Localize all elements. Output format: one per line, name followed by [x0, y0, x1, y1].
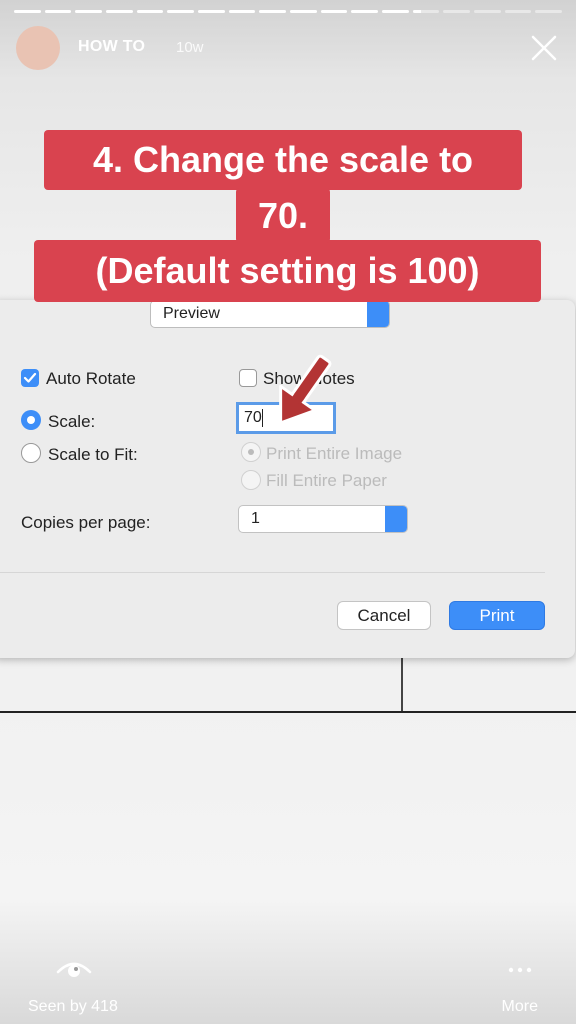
progress-segment [535, 10, 563, 13]
progress-segment-fill [228, 10, 256, 13]
caption-line-3: (Default setting is 100) [34, 240, 541, 302]
avatar[interactable] [16, 26, 60, 70]
progress-segment-fill [351, 10, 379, 13]
progress-segment-fill [412, 10, 421, 13]
auto-rotate-checkbox[interactable] [21, 369, 39, 387]
progress-segment-fill [75, 10, 103, 13]
seen-by-count[interactable]: Seen by 418 [28, 998, 118, 1016]
eye-icon[interactable] [56, 956, 92, 984]
time-ago: 10w [176, 39, 204, 56]
progress-segment [474, 10, 501, 13]
caption-line-2: 70. [236, 188, 330, 243]
red-arrow-icon [279, 354, 332, 425]
scale-label: Scale: [48, 412, 96, 431]
checkmark-icon [23, 372, 37, 383]
print-entire-image-label: Print Entire Image [266, 444, 403, 463]
fill-entire-paper-radio[interactable] [241, 470, 261, 490]
progress-segment-fill [14, 10, 41, 13]
page-divider [401, 655, 403, 712]
copies-per-page-value: 1 [251, 510, 260, 527]
more-dots-icon[interactable] [508, 967, 532, 973]
progress-segment [443, 10, 471, 13]
show-notes-checkbox[interactable] [239, 369, 257, 387]
progress-segment [136, 10, 164, 13]
copies-per-page-label: Copies per page: [21, 513, 151, 532]
scale-input-value: 70 [244, 409, 262, 426]
preview-popup[interactable]: Preview [150, 300, 390, 328]
progress-segment [198, 10, 225, 13]
progress-segment [228, 10, 256, 13]
progress-segment [382, 10, 409, 13]
progress-segment-fill [290, 10, 317, 13]
more-label[interactable]: More [502, 998, 538, 1016]
progress-segment [412, 10, 440, 13]
popup-stepper-icon [367, 301, 389, 327]
scale-radio[interactable] [21, 410, 41, 430]
copies-per-page-select[interactable]: 1 [238, 505, 408, 533]
caption-line-1: 4. Change the scale to [44, 130, 522, 190]
progress-segment [320, 10, 348, 13]
story-progress [14, 10, 563, 13]
fill-entire-paper-label: Fill Entire Paper [266, 471, 387, 490]
progress-segment-fill [106, 10, 133, 13]
print-button[interactable]: Print [449, 601, 545, 630]
scale-to-fit-label: Scale to Fit: [48, 445, 138, 464]
progress-segment [290, 10, 317, 13]
progress-segment-fill [136, 10, 164, 13]
progress-segment-fill [259, 10, 287, 13]
screenshot-bottom-border [0, 711, 576, 713]
progress-segment [106, 10, 133, 13]
progress-segment-fill [382, 10, 409, 13]
progress-segment-fill [167, 10, 195, 13]
close-icon[interactable] [528, 32, 560, 64]
progress-segment [44, 10, 72, 13]
progress-segment [75, 10, 103, 13]
progress-segment [504, 10, 532, 13]
username[interactable]: HOW TO [78, 38, 145, 56]
print-entire-image-radio[interactable] [241, 442, 261, 462]
progress-segment-fill [320, 10, 348, 13]
auto-rotate-label: Auto Rotate [46, 369, 136, 388]
progress-segment [14, 10, 41, 13]
dialog-separator [0, 572, 545, 573]
cancel-button[interactable]: Cancel [337, 601, 431, 630]
progress-segment-fill [44, 10, 72, 13]
progress-segment [351, 10, 379, 13]
story-background: HOW TO 10w Preview Auto Rotate Show Note… [0, 0, 576, 1024]
progress-segment [259, 10, 287, 13]
story-header: HOW TO 10w [16, 26, 560, 70]
progress-segment-fill [198, 10, 225, 13]
progress-segment [167, 10, 195, 13]
select-stepper-icon [385, 506, 407, 532]
scale-to-fit-radio[interactable] [21, 443, 41, 463]
preview-popup-value: Preview [163, 305, 220, 322]
